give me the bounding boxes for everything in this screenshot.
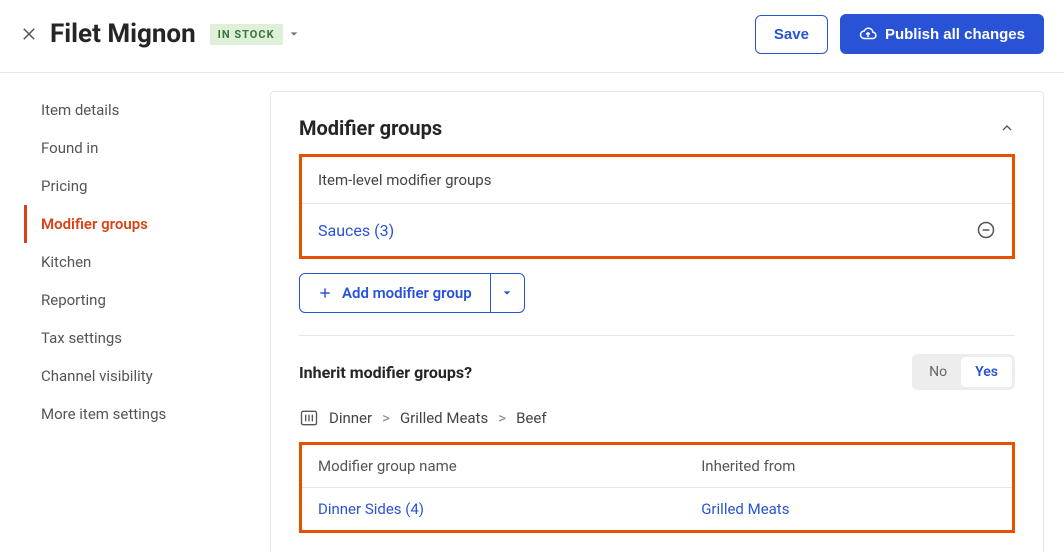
inherited-modifier-groups-table: Modifier group name Inherited from Dinne… [299, 442, 1015, 533]
sidebar-item-label: Tax settings [41, 329, 122, 347]
sidebar-item-label: More item settings [41, 405, 166, 423]
cloud-upload-icon [859, 25, 877, 43]
sidebar-item-modifier-groups[interactable]: Modifier groups [24, 205, 270, 243]
item-level-header: Item-level modifier groups [302, 157, 1012, 204]
close-icon[interactable] [20, 25, 38, 43]
breadcrumb: Dinner > Grilled Meats > Beef [299, 408, 1015, 428]
sidebar-item-label: Modifier groups [41, 215, 148, 233]
chevron-right-icon: > [498, 409, 506, 427]
section-header: Modifier groups [299, 116, 1015, 140]
col-header-from: Inherited from [701, 457, 996, 475]
sidebar-item-label: Pricing [41, 177, 87, 195]
body: Item details Found in Pricing Modifier g… [0, 73, 1064, 552]
publish-button-label: Publish all changes [885, 26, 1025, 43]
page-header: Filet Mignon IN STOCK Save Publish all c… [0, 0, 1064, 73]
inherit-toggle: No Yes [912, 354, 1015, 390]
add-modifier-group-row: Add modifier group [299, 273, 1015, 313]
divider [299, 335, 1015, 336]
page-title: Filet Mignon [50, 19, 196, 49]
main-panel: Modifier groups Item-level modifier grou… [270, 91, 1044, 552]
sidebar-item-tax-settings[interactable]: Tax settings [24, 319, 270, 357]
sidebar: Item details Found in Pricing Modifier g… [0, 91, 270, 552]
plus-icon [318, 286, 332, 300]
sidebar-item-found-in[interactable]: Found in [24, 129, 270, 167]
publish-button[interactable]: Publish all changes [840, 14, 1044, 54]
remove-icon[interactable] [976, 220, 996, 240]
col-header-name: Modifier group name [318, 457, 701, 475]
add-modifier-group-button[interactable]: Add modifier group [299, 273, 491, 313]
sidebar-item-label: Reporting [41, 291, 106, 309]
table-header: Modifier group name Inherited from [302, 445, 1012, 488]
crumb: Dinner [329, 409, 372, 427]
table-row: Dinner Sides (4) Grilled Meats [302, 488, 1012, 530]
modifier-group-link[interactable]: Sauces (3) [318, 221, 976, 240]
inherited-group-name-link[interactable]: Dinner Sides (4) [318, 500, 701, 518]
sidebar-item-item-details[interactable]: Item details [24, 91, 270, 129]
sidebar-item-more-settings[interactable]: More item settings [24, 395, 270, 433]
section-title: Modifier groups [299, 116, 999, 140]
sidebar-item-label: Channel visibility [41, 367, 153, 385]
chevron-up-icon[interactable] [999, 120, 1015, 136]
item-level-row: Sauces (3) [302, 204, 1012, 256]
inherited-from-link[interactable]: Grilled Meats [701, 500, 996, 518]
toggle-no[interactable]: No [915, 357, 961, 387]
stock-status-dropdown[interactable]: IN STOCK [210, 24, 299, 45]
sidebar-item-reporting[interactable]: Reporting [24, 281, 270, 319]
save-button-label: Save [774, 26, 809, 43]
sidebar-item-pricing[interactable]: Pricing [24, 167, 270, 205]
add-modifier-group-label: Add modifier group [342, 284, 472, 302]
inherit-title: Inherit modifier groups? [299, 363, 912, 382]
sidebar-item-label: Found in [41, 139, 98, 157]
crumb: Grilled Meats [400, 409, 488, 427]
add-modifier-group-dropdown[interactable] [491, 273, 525, 313]
save-button[interactable]: Save [755, 15, 828, 54]
crumb: Beef [516, 409, 546, 427]
sidebar-item-kitchen[interactable]: Kitchen [24, 243, 270, 281]
stock-badge: IN STOCK [210, 24, 283, 45]
sidebar-item-channel-visibility[interactable]: Channel visibility [24, 357, 270, 395]
item-level-modifier-groups-box: Item-level modifier groups Sauces (3) [299, 154, 1015, 259]
inherit-row: Inherit modifier groups? No Yes [299, 354, 1015, 390]
menu-slider-icon [299, 408, 319, 428]
toggle-yes[interactable]: Yes [961, 357, 1012, 387]
caret-down-icon [502, 288, 512, 298]
sidebar-item-label: Kitchen [41, 253, 91, 271]
caret-down-icon [289, 29, 299, 39]
sidebar-item-label: Item details [41, 101, 119, 119]
chevron-right-icon: > [382, 409, 390, 427]
